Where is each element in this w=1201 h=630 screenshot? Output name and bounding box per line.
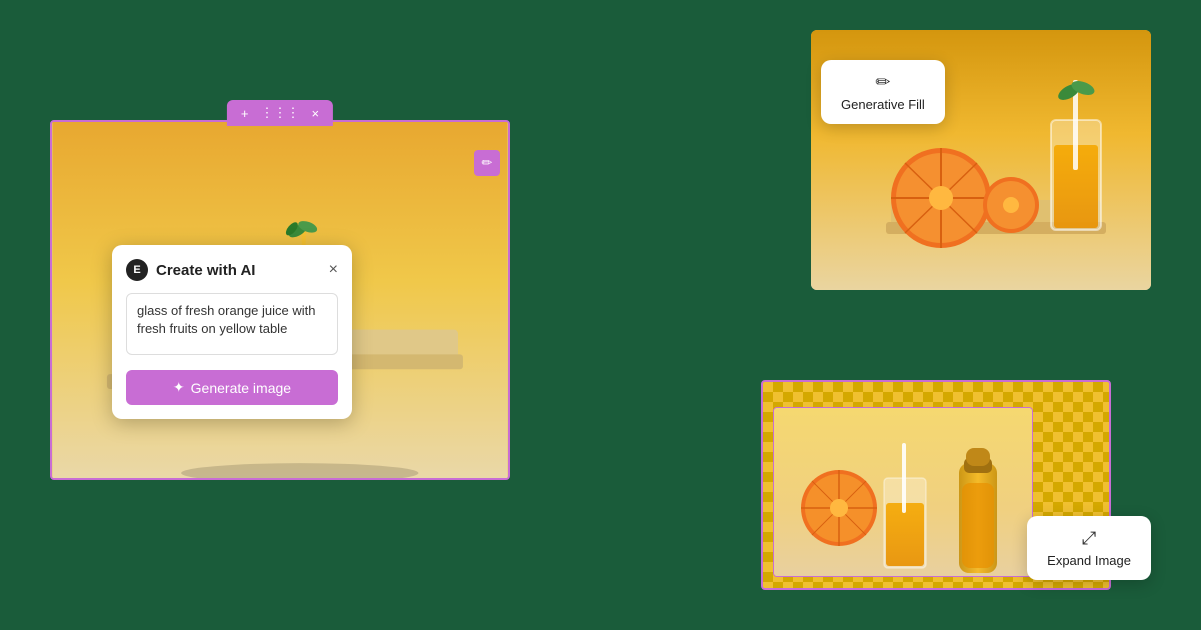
toolbar-plus[interactable]: + — [241, 106, 249, 121]
bottom-inner-image — [773, 407, 1033, 577]
ai-title-text: Create with AI — [156, 262, 255, 279]
expand-icon: ⤢ — [1082, 528, 1096, 549]
expand-image-card: ⤢ Expand Image — [1027, 516, 1151, 580]
toolbar-grid[interactable]: ⋮⋮⋮ — [261, 105, 300, 121]
left-panel: + ⋮⋮⋮ × — [50, 100, 510, 480]
edit-icon[interactable]: ✏ — [474, 150, 500, 176]
generative-fill-card: ✏ Generative Fill — [821, 60, 945, 124]
generate-image-button[interactable]: ✦ Generate image — [126, 370, 338, 405]
toolbar-bar: + ⋮⋮⋮ × — [227, 100, 333, 126]
ai-dialog: E Create with AI × ✦ Generate image — [112, 245, 352, 419]
ai-dialog-header: E Create with AI × — [126, 259, 338, 281]
ai-dialog-title: E Create with AI — [126, 259, 255, 281]
generate-icon: ✦ — [173, 379, 185, 396]
brush-icon: ✏ — [875, 72, 890, 93]
expand-image-label: Expand Image — [1047, 553, 1131, 568]
bottom-right-panel: ⤢ Expand Image — [761, 380, 1151, 600]
generative-fill-label: Generative Fill — [841, 97, 925, 112]
generate-label: Generate image — [191, 380, 291, 396]
ai-prompt-textarea[interactable] — [126, 293, 338, 355]
ai-dialog-close[interactable]: × — [329, 262, 338, 278]
elementor-icon: E — [126, 259, 148, 281]
toolbar-close[interactable]: × — [312, 106, 320, 121]
top-right-panel: ✏ Generative Fill — [771, 30, 1151, 300]
